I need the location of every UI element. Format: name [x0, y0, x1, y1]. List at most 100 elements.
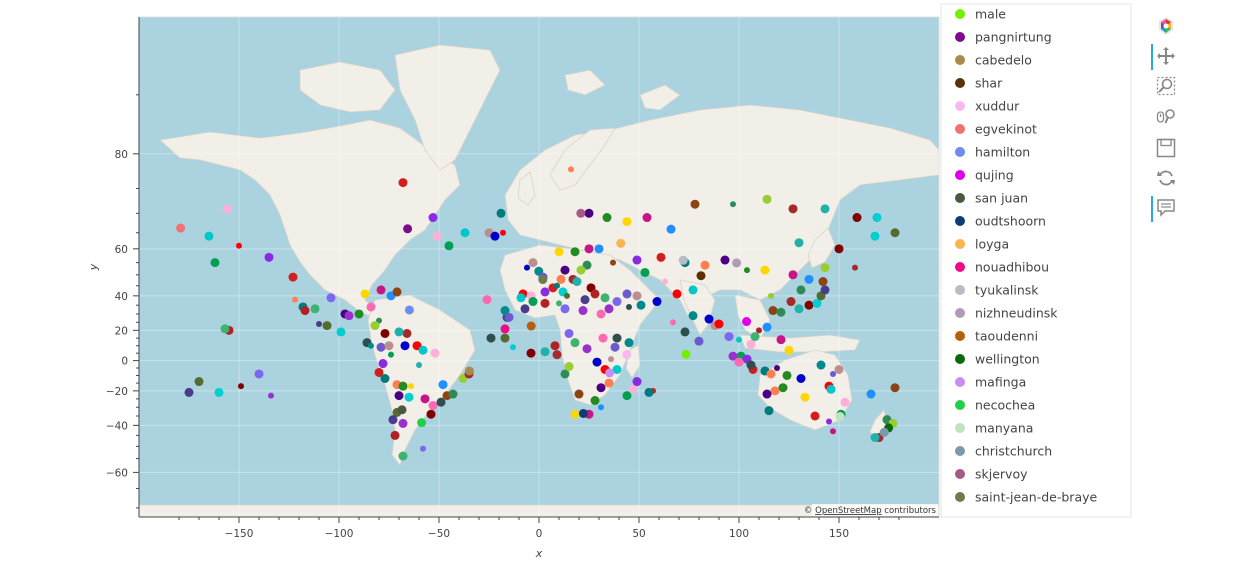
city-point[interactable]: [724, 332, 734, 342]
city-point[interactable]: [804, 300, 814, 310]
city-point[interactable]: [264, 252, 274, 262]
city-point[interactable]: [890, 383, 900, 393]
city-point[interactable]: [818, 277, 828, 287]
city-point[interactable]: [826, 418, 832, 425]
city-point[interactable]: [300, 306, 310, 316]
series-point[interactable]: [616, 238, 626, 248]
city-point[interactable]: [662, 278, 668, 285]
city-point[interactable]: [550, 341, 560, 351]
city-point[interactable]: [528, 297, 538, 307]
series-point[interactable]: [605, 368, 615, 378]
city-point[interactable]: [556, 274, 566, 284]
map-chart[interactable]: © OpenStreetMap contributors −150 −100 −50…: [0, 0, 1247, 575]
series-point[interactable]: [576, 208, 586, 218]
city-point[interactable]: [666, 224, 676, 234]
city-point[interactable]: [866, 389, 876, 399]
city-point[interactable]: [564, 328, 574, 338]
series-point[interactable]: [403, 224, 413, 234]
series-point[interactable]: [404, 305, 414, 315]
series-point[interactable]: [622, 350, 632, 360]
city-point[interactable]: [344, 311, 354, 321]
city-point[interactable]: [734, 357, 744, 367]
city-point[interactable]: [596, 309, 606, 319]
city-point[interactable]: [516, 293, 526, 303]
city-point[interactable]: [448, 389, 458, 399]
city-point[interactable]: [622, 217, 632, 227]
save-tool[interactable]: [1150, 134, 1180, 162]
city-point[interactable]: [624, 338, 634, 348]
city-point[interactable]: [428, 213, 438, 223]
city-point[interactable]: [834, 244, 844, 254]
city-point[interactable]: [366, 302, 376, 312]
city-point[interactable]: [316, 320, 322, 327]
city-point[interactable]: [840, 397, 850, 407]
series-point[interactable]: [526, 321, 536, 331]
series-point[interactable]: [417, 418, 427, 428]
city-point[interactable]: [572, 277, 582, 287]
city-point[interactable]: [336, 327, 346, 337]
city-point[interactable]: [420, 394, 430, 404]
city-point[interactable]: [794, 304, 804, 314]
city-point[interactable]: [816, 360, 826, 370]
city-point[interactable]: [670, 319, 676, 326]
legend-item[interactable]: saint-jean-de-braye: [955, 490, 1098, 505]
city-point[interactable]: [820, 204, 830, 214]
city-point[interactable]: [720, 255, 730, 265]
city-point[interactable]: [612, 297, 622, 307]
city-point[interactable]: [486, 333, 496, 343]
city-point[interactable]: [602, 213, 612, 223]
city-point[interactable]: [744, 267, 750, 274]
city-point[interactable]: [598, 333, 608, 343]
city-point[interactable]: [820, 285, 830, 295]
city-point[interactable]: [652, 297, 662, 307]
city-point[interactable]: [404, 392, 414, 402]
series-point[interactable]: [464, 366, 474, 376]
city-point[interactable]: [402, 328, 412, 338]
city-point[interactable]: [570, 409, 580, 419]
city-point[interactable]: [568, 166, 574, 173]
city-point[interactable]: [804, 274, 814, 284]
city-point[interactable]: [576, 265, 586, 275]
city-point[interactable]: [690, 199, 700, 209]
city-point[interactable]: [764, 406, 774, 416]
city-point[interactable]: [610, 259, 616, 266]
city-point[interactable]: [552, 350, 562, 360]
city-point[interactable]: [292, 296, 298, 303]
city-point[interactable]: [554, 247, 564, 257]
series-point[interactable]: [397, 405, 407, 415]
city-point[interactable]: [436, 397, 446, 407]
city-point[interactable]: [398, 451, 408, 461]
city-point[interactable]: [700, 260, 710, 270]
city-point[interactable]: [222, 204, 232, 214]
city-point[interactable]: [554, 282, 560, 289]
city-point[interactable]: [238, 383, 244, 390]
city-point[interactable]: [360, 289, 370, 299]
city-point[interactable]: [194, 377, 204, 387]
city-point[interactable]: [326, 293, 336, 303]
city-point[interactable]: [560, 304, 570, 314]
city-point[interactable]: [528, 258, 538, 268]
series-point[interactable]: [696, 271, 706, 281]
city-point[interactable]: [420, 445, 426, 452]
city-point[interactable]: [610, 342, 620, 352]
pan-tool[interactable]: [1150, 42, 1180, 70]
city-point[interactable]: [594, 244, 604, 254]
city-point[interactable]: [632, 255, 642, 265]
reset-tool[interactable]: [1150, 164, 1180, 192]
city-point[interactable]: [408, 383, 414, 390]
city-point[interactable]: [510, 344, 516, 351]
city-point[interactable]: [504, 312, 514, 322]
city-point[interactable]: [376, 285, 386, 295]
city-point[interactable]: [788, 204, 798, 214]
city-point[interactable]: [590, 289, 600, 299]
city-point[interactable]: [582, 344, 592, 354]
city-point[interactable]: [762, 194, 772, 204]
city-point[interactable]: [590, 396, 600, 406]
city-point[interactable]: [376, 342, 386, 352]
city-point[interactable]: [388, 415, 398, 425]
city-point[interactable]: [768, 292, 774, 299]
series-point[interactable]: [835, 412, 845, 422]
city-point[interactable]: [852, 264, 858, 271]
city-point[interactable]: [384, 341, 394, 351]
city-point[interactable]: [564, 292, 570, 299]
